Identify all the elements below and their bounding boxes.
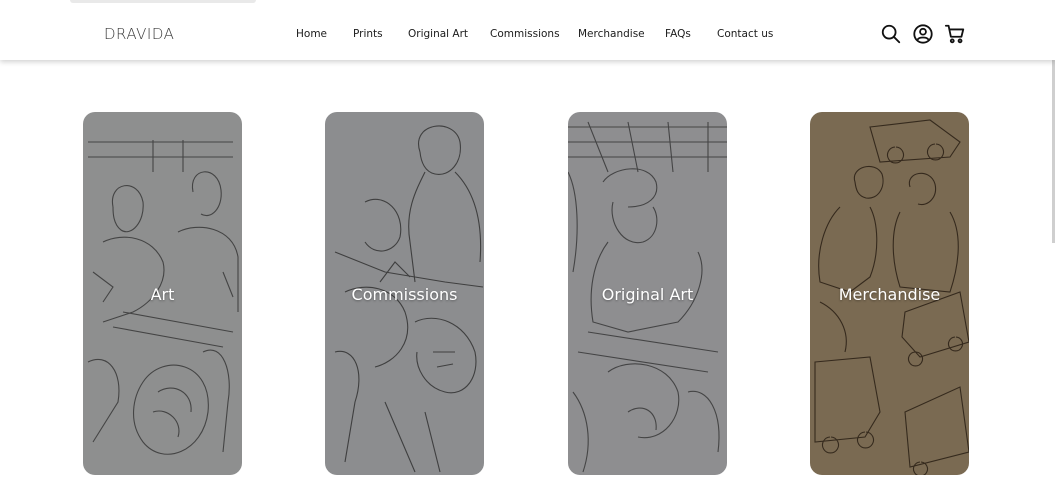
category-card-art[interactable]: Art bbox=[83, 112, 242, 475]
site-header: DRAVIDA Home Prints Original Art Commiss… bbox=[0, 0, 1055, 60]
top-edge-fragment bbox=[70, 0, 256, 3]
search-icon[interactable] bbox=[880, 23, 902, 45]
nav-prints[interactable]: Prints bbox=[353, 28, 383, 40]
category-card-merchandise[interactable]: Merchandise bbox=[810, 112, 969, 475]
category-card-commissions[interactable]: Commissions bbox=[325, 112, 484, 475]
card-label-original-art: Original Art bbox=[601, 285, 694, 304]
nav-merchandise[interactable]: Merchandise bbox=[578, 28, 645, 40]
nav-original-art[interactable]: Original Art bbox=[408, 28, 468, 40]
category-card-original-art[interactable]: Original Art bbox=[568, 112, 727, 475]
nav-faqs[interactable]: FAQs bbox=[665, 28, 691, 40]
cart-icon[interactable] bbox=[944, 23, 966, 45]
nav-contact-us[interactable]: Contact us bbox=[717, 28, 773, 40]
card-label-commissions: Commissions bbox=[351, 285, 458, 304]
nav-commissions[interactable]: Commissions bbox=[490, 28, 560, 40]
account-icon[interactable] bbox=[912, 23, 934, 45]
nav-home[interactable]: Home bbox=[296, 28, 327, 40]
site-logo[interactable]: DRAVIDA bbox=[104, 25, 174, 43]
card-label-merchandise: Merchandise bbox=[838, 285, 941, 304]
card-label-art: Art bbox=[150, 285, 175, 304]
